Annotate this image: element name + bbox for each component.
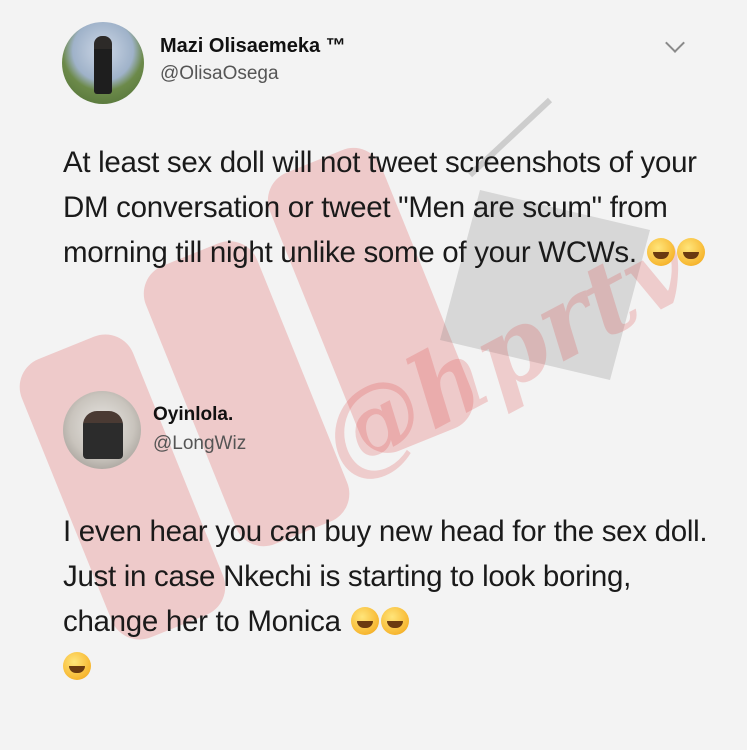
avatar[interactable] — [63, 391, 141, 469]
tweet-text: I even hear you can buy new head for the… — [63, 509, 713, 689]
grinning-face-icon — [63, 652, 91, 680]
grinning-face-icon — [350, 607, 379, 635]
user-handle[interactable]: @LongWiz — [153, 433, 246, 455]
chevron-down-icon[interactable] — [665, 33, 685, 53]
avatar[interactable] — [62, 22, 144, 104]
face-with-tears-of-joy-icon — [646, 238, 675, 266]
tweet-text: At least sex doll will not tweet screens… — [63, 140, 713, 275]
face-with-tears-of-joy-icon — [676, 238, 705, 266]
tweet-text-content: At least sex doll will not tweet screens… — [63, 146, 697, 269]
grinning-face-icon — [380, 607, 409, 635]
tweet-main: Mazi Olisaemeka ™ @OlisaOsega At least s… — [0, 0, 747, 360]
display-name[interactable]: Oyinlola. — [153, 404, 233, 426]
display-name[interactable]: Mazi Olisaemeka ™ — [160, 35, 346, 58]
user-handle[interactable]: @OlisaOsega — [160, 63, 279, 85]
